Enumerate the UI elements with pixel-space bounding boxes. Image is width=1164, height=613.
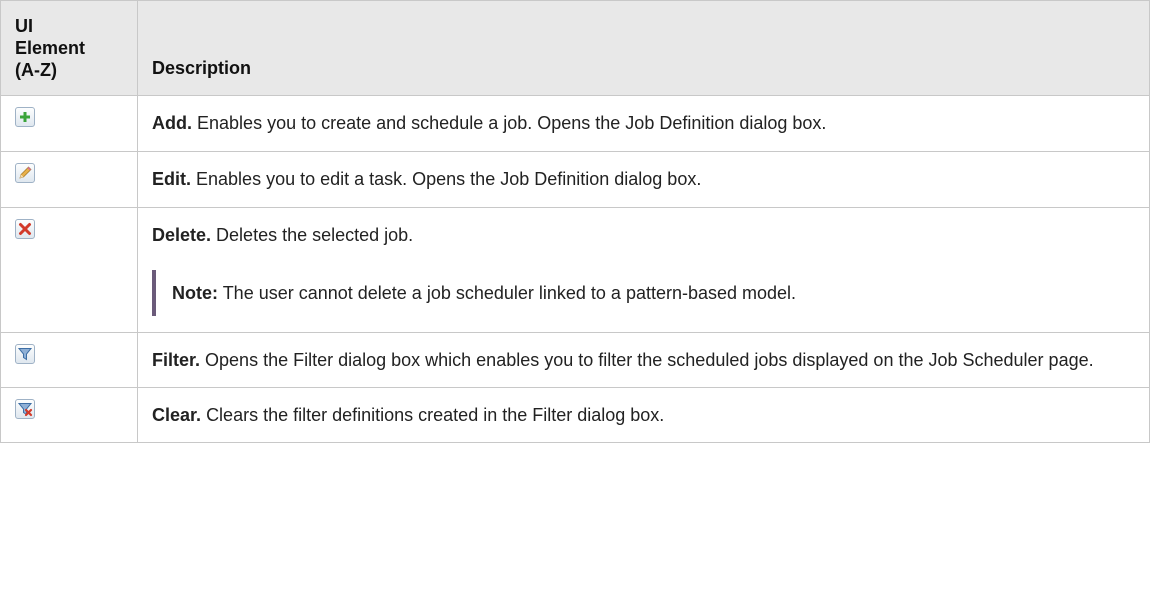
note-label: Note: bbox=[172, 283, 218, 303]
note-text: The user cannot delete a job scheduler l… bbox=[222, 283, 797, 303]
add-icon bbox=[15, 107, 35, 127]
description-text: Enables you to create and schedule a job… bbox=[197, 113, 827, 133]
icon-cell bbox=[0, 332, 138, 388]
table-row-clear: Clear. Clears the filter definitions cre… bbox=[0, 387, 1150, 443]
note-callout: Note: The user cannot delete a job sched… bbox=[152, 270, 1137, 316]
term-label: Clear. bbox=[152, 405, 202, 425]
description-text: Enables you to edit a task. Opens the Jo… bbox=[196, 169, 702, 189]
description-text: Clears the filter definitions created in… bbox=[206, 405, 665, 425]
header-line-az: (A-Z) bbox=[15, 60, 57, 80]
ui-element-table-container: UI Element (A-Z) Description Add. Enable… bbox=[0, 0, 1150, 443]
header-line-ui: UI bbox=[15, 16, 33, 36]
edit-pencil-icon bbox=[15, 163, 35, 183]
term-label: Edit. bbox=[152, 169, 191, 189]
icon-cell bbox=[0, 151, 138, 208]
icon-cell bbox=[0, 95, 138, 152]
description-cell: Add. Enables you to create and schedule … bbox=[137, 95, 1150, 152]
term-label: Filter. bbox=[152, 350, 201, 370]
description-cell: Edit. Enables you to edit a task. Opens … bbox=[137, 151, 1150, 208]
description-cell: Delete. Deletes the selected job. Note: … bbox=[137, 207, 1150, 333]
ui-element-column-header: UI Element (A-Z) bbox=[0, 0, 138, 96]
delete-x-icon bbox=[15, 219, 35, 239]
header-line-element: Element bbox=[15, 38, 86, 58]
clear-filter-icon bbox=[15, 399, 35, 419]
table-row-delete: Delete. Deletes the selected job. Note: … bbox=[0, 207, 1150, 333]
description-cell: Filter. Opens the Filter dialog box whic… bbox=[137, 332, 1150, 388]
filter-funnel-icon bbox=[15, 344, 35, 364]
term-label: Add. bbox=[152, 113, 192, 133]
description-text: Opens the Filter dialog box which enable… bbox=[205, 350, 1094, 370]
description-text: Deletes the selected job. bbox=[216, 225, 414, 245]
term-label: Delete. bbox=[152, 225, 212, 245]
icon-cell bbox=[0, 387, 138, 443]
table-row-filter: Filter. Opens the Filter dialog box whic… bbox=[0, 332, 1150, 388]
icon-cell bbox=[0, 207, 138, 333]
table-header-row: UI Element (A-Z) Description bbox=[0, 0, 1150, 96]
ui-element-table: UI Element (A-Z) Description Add. Enable… bbox=[0, 0, 1150, 443]
description-column-header: Description bbox=[137, 0, 1150, 96]
description-cell: Clear. Clears the filter definitions cre… bbox=[137, 387, 1150, 443]
table-row-edit: Edit. Enables you to edit a task. Opens … bbox=[0, 151, 1150, 208]
table-row-add: Add. Enables you to create and schedule … bbox=[0, 95, 1150, 152]
